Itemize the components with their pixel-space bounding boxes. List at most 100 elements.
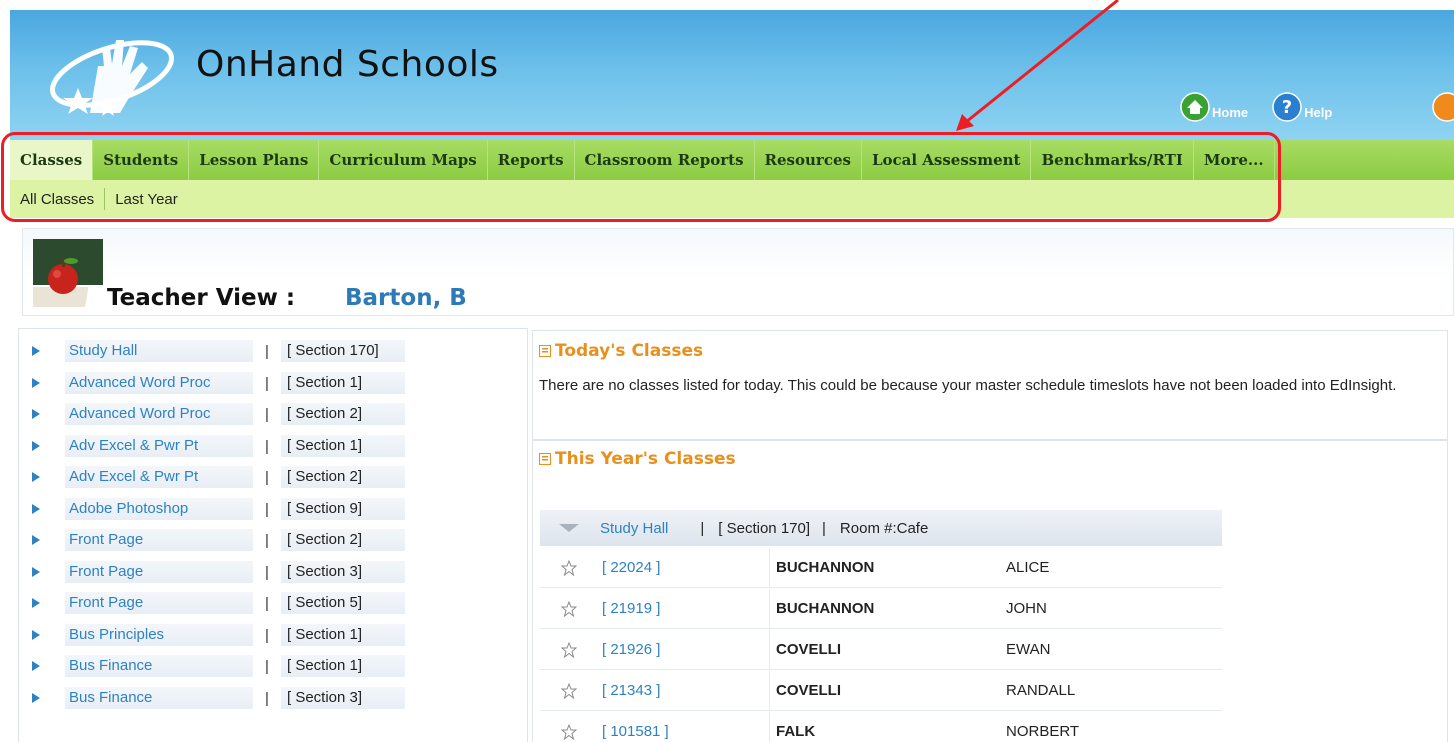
- help-link-label: Help: [1304, 105, 1333, 120]
- class-name-link[interactable]: Adobe Photoshop: [65, 498, 253, 520]
- collapse-toggle-icon[interactable]: [539, 345, 551, 357]
- logout-icon[interactable]: [1432, 92, 1454, 122]
- class-name-link[interactable]: Advanced Word Proc: [65, 372, 253, 394]
- chevron-down-icon[interactable]: [558, 523, 580, 533]
- student-id-link[interactable]: [ 101581 ]: [598, 711, 770, 742]
- tab-classes[interactable]: Classes: [10, 140, 94, 180]
- expand-arrow-icon[interactable]: [29, 692, 43, 704]
- class-separator: |: [265, 468, 269, 486]
- class-list-item[interactable]: Advanced Word Proc | [ Section 2]: [29, 402, 529, 426]
- class-list-item[interactable]: Front Page | [ Section 3]: [29, 560, 529, 584]
- help-link[interactable]: ? Help: [1272, 92, 1332, 122]
- expand-arrow-icon[interactable]: [29, 503, 43, 515]
- class-section: [ Section 3]: [281, 561, 405, 583]
- expand-arrow-icon[interactable]: [29, 566, 43, 578]
- class-separator: |: [265, 594, 269, 612]
- page-title: Teacher View :: [107, 285, 296, 311]
- class-list-item[interactable]: Bus Finance | [ Section 3]: [29, 686, 529, 710]
- schedule-separator: |: [700, 519, 705, 537]
- home-link[interactable]: Home: [1180, 92, 1248, 122]
- star-icon[interactable]: [540, 641, 598, 658]
- class-list-item[interactable]: Bus Principles | [ Section 1]: [29, 623, 529, 647]
- class-section: [ Section 2]: [281, 466, 405, 488]
- class-separator: |: [265, 563, 269, 581]
- star-icon[interactable]: [540, 600, 598, 617]
- class-list-item[interactable]: Adobe Photoshop | [ Section 9]: [29, 497, 529, 521]
- student-row: [ 101581 ] FALK NORBERT: [540, 711, 1222, 742]
- class-name-link[interactable]: Adv Excel & Pwr Pt: [65, 466, 253, 488]
- class-separator: |: [265, 531, 269, 549]
- class-separator: |: [265, 689, 269, 707]
- class-name-link[interactable]: Front Page: [65, 592, 253, 614]
- teacher-name-link[interactable]: Barton, B: [345, 285, 467, 311]
- student-id-link[interactable]: [ 21926 ]: [598, 629, 770, 670]
- tab-resources[interactable]: Resources: [755, 140, 862, 180]
- class-section: [ Section 1]: [281, 624, 405, 646]
- tab-classroom-reports[interactable]: Classroom Reports: [575, 140, 755, 180]
- class-list-item[interactable]: Bus Finance | [ Section 1]: [29, 654, 529, 678]
- subtab-all-classes[interactable]: All Classes: [10, 191, 104, 208]
- expand-arrow-icon[interactable]: [29, 377, 43, 389]
- class-list-item[interactable]: Adv Excel & Pwr Pt | [ Section 2]: [29, 465, 529, 489]
- tab-more[interactable]: More...: [1194, 140, 1275, 180]
- collapse-toggle-icon[interactable]: [539, 453, 551, 465]
- class-list-item[interactable]: Study Hall | [ Section 170]: [29, 339, 529, 363]
- student-row: [ 21343 ] COVELLI RANDALL: [540, 670, 1222, 711]
- class-list-item[interactable]: Front Page | [ Section 2]: [29, 528, 529, 552]
- class-section: [ Section 2]: [281, 403, 405, 425]
- expand-arrow-icon[interactable]: [29, 534, 43, 546]
- student-id-link[interactable]: [ 22024 ]: [598, 547, 770, 588]
- expand-arrow-icon[interactable]: [29, 597, 43, 609]
- todays-classes-toggle[interactable]: Today's Classes: [539, 341, 703, 361]
- class-list-item[interactable]: Adv Excel & Pwr Pt | [ Section 1]: [29, 434, 529, 458]
- schedule-section: [ Section 170]: [718, 519, 811, 537]
- expand-arrow-icon[interactable]: [29, 345, 43, 357]
- class-name-link[interactable]: Adv Excel & Pwr Pt: [65, 435, 253, 457]
- class-name-link[interactable]: Advanced Word Proc: [65, 403, 253, 425]
- star-icon[interactable]: [540, 682, 598, 699]
- teacher-banner: Teacher View : Barton, B: [22, 228, 1454, 316]
- tab-lesson-plans[interactable]: Lesson Plans: [189, 140, 320, 180]
- class-name-link[interactable]: Front Page: [65, 561, 253, 583]
- class-name-link[interactable]: Front Page: [65, 529, 253, 551]
- app-header: OnHand Schools Home ? Help: [10, 10, 1454, 140]
- todays-classes-title: Today's Classes: [555, 341, 704, 361]
- student-row: [ 21919 ] BUCHANNON JOHN: [540, 588, 1222, 629]
- class-list-item[interactable]: Front Page | [ Section 5]: [29, 591, 529, 615]
- star-icon[interactable]: [540, 723, 598, 740]
- tab-reports[interactable]: Reports: [488, 140, 575, 180]
- class-name-link[interactable]: Bus Finance: [65, 655, 253, 677]
- student-first-name: EWAN: [1006, 641, 1051, 658]
- expand-arrow-icon[interactable]: [29, 471, 43, 483]
- no-classes-message: There are no classes listed for today. T…: [539, 377, 1397, 394]
- schedule-room: Room #:Cafe: [839, 519, 929, 537]
- home-link-label: Home: [1212, 105, 1249, 120]
- tab-curriculum-maps[interactable]: Curriculum Maps: [319, 140, 488, 180]
- home-icon: [1180, 92, 1210, 122]
- this-years-classes-toggle[interactable]: This Year's Classes: [539, 449, 736, 469]
- expand-arrow-icon[interactable]: [29, 440, 43, 452]
- student-last-name: COVELLI: [776, 641, 842, 658]
- student-id-link[interactable]: [ 21343 ]: [598, 670, 770, 711]
- star-icon[interactable]: [540, 559, 598, 576]
- class-schedule-header: Study Hall | [ Section 170] | Room #:Caf…: [540, 510, 1222, 546]
- class-name-link[interactable]: Study Hall: [65, 340, 253, 362]
- expand-arrow-icon[interactable]: [29, 660, 43, 672]
- class-list-item[interactable]: Advanced Word Proc | [ Section 1]: [29, 371, 529, 395]
- class-section: [ Section 3]: [281, 687, 405, 709]
- class-section: [ Section 2]: [281, 529, 405, 551]
- class-separator: |: [265, 342, 269, 360]
- tab-local-assessment[interactable]: Local Assessment: [862, 140, 1032, 180]
- expand-arrow-icon[interactable]: [29, 408, 43, 420]
- schedule-separator: |: [822, 519, 826, 537]
- class-name-link[interactable]: Bus Principles: [65, 624, 253, 646]
- expand-arrow-icon[interactable]: [29, 629, 43, 641]
- tab-students[interactable]: Students: [93, 140, 190, 180]
- tab-benchmarks-rti[interactable]: Benchmarks/RTI: [1031, 140, 1194, 180]
- subtab-last-year[interactable]: Last Year: [105, 191, 188, 208]
- student-id-link[interactable]: [ 21919 ]: [598, 588, 770, 629]
- class-name-link[interactable]: Bus Finance: [65, 687, 253, 709]
- schedule-class-name[interactable]: Study Hall: [600, 520, 668, 537]
- help-icon: ?: [1272, 92, 1302, 122]
- student-last-name: BUCHANNON: [776, 600, 875, 617]
